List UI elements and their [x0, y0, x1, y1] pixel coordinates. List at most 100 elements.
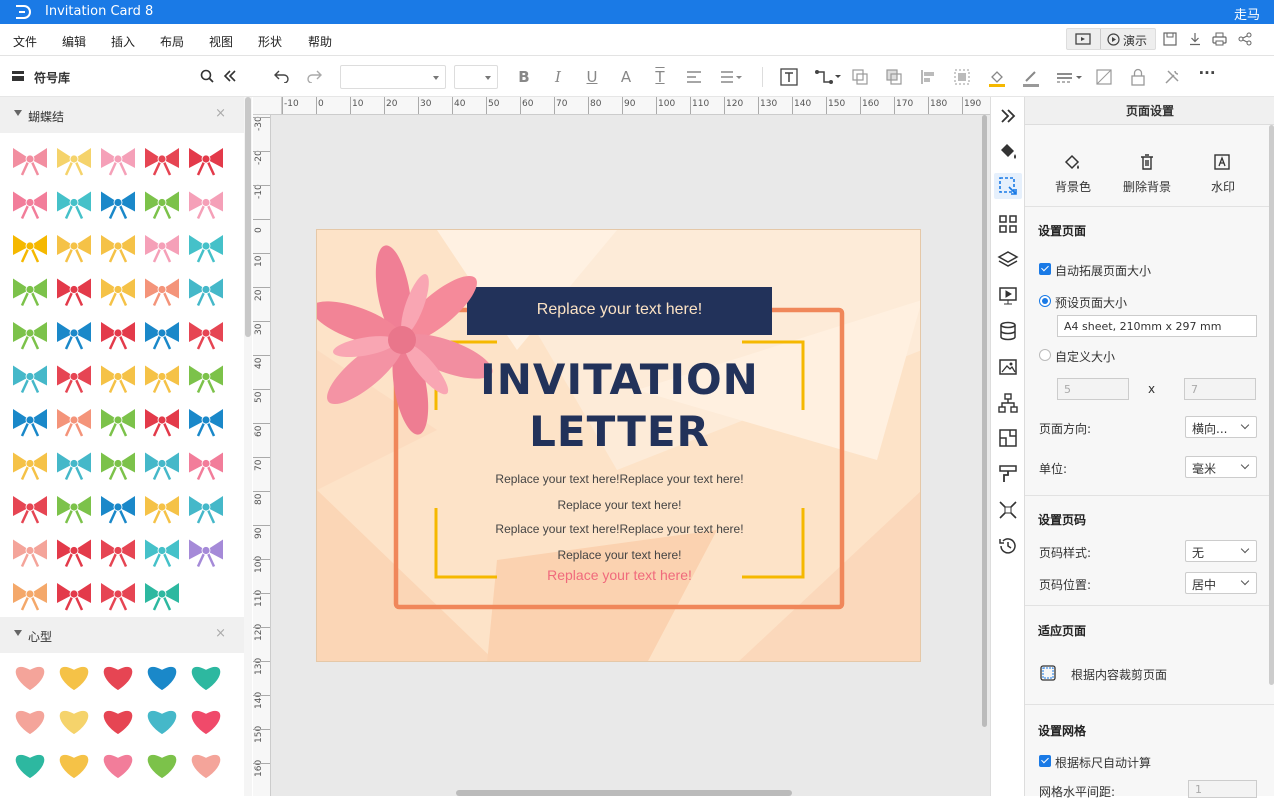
font-family-select[interactable]: [340, 65, 446, 89]
bow-symbol[interactable]: [57, 148, 91, 176]
bow-symbol[interactable]: [101, 278, 135, 307]
delete-icon[interactable]: [1138, 153, 1156, 171]
heart-symbol[interactable]: [146, 753, 178, 780]
crop-page-button[interactable]: 根据内容裁剪页面: [1071, 666, 1167, 683]
bow-symbol[interactable]: [145, 278, 179, 307]
bow-symbol[interactable]: [189, 409, 223, 437]
bow-symbol[interactable]: [13, 148, 47, 176]
watermark-icon[interactable]: [1213, 153, 1231, 171]
bow-symbol[interactable]: [189, 148, 223, 176]
page-number-position-select[interactable]: 居中: [1185, 572, 1257, 594]
bow-symbol[interactable]: [57, 409, 91, 437]
menu-file[interactable]: 文件: [13, 33, 37, 50]
body-line-4[interactable]: Replace your text here!: [417, 548, 822, 562]
bow-symbol[interactable]: [101, 365, 135, 394]
bow-symbol[interactable]: [57, 235, 91, 263]
heart-symbol[interactable]: [102, 665, 134, 692]
preset-size-field[interactable]: A4 sheet, 210mm x 297 mm: [1057, 315, 1257, 337]
body-line-1[interactable]: Replace your text here!Replace your text…: [417, 472, 822, 486]
bow-symbol[interactable]: [13, 322, 47, 350]
page-number-style-select[interactable]: 无: [1185, 540, 1257, 562]
heart-symbol[interactable]: [102, 753, 134, 780]
heart-symbol[interactable]: [58, 709, 90, 736]
bow-symbol[interactable]: [145, 191, 179, 220]
redo-icon[interactable]: [306, 69, 322, 83]
menu-shape[interactable]: 形状: [258, 33, 282, 50]
bow-symbol[interactable]: [101, 496, 135, 524]
watermark-button[interactable]: 水印: [1211, 178, 1235, 195]
orientation-select[interactable]: 横向...: [1185, 416, 1257, 438]
body-line-2[interactable]: Replace your text here!: [417, 498, 822, 512]
bow-symbol[interactable]: [13, 191, 47, 220]
heart-symbol[interactable]: [190, 753, 222, 780]
bow-symbol[interactable]: [189, 452, 223, 481]
heart-symbol[interactable]: [102, 709, 134, 736]
presentation-icon[interactable]: [997, 285, 1019, 307]
heart-symbols-grid[interactable]: [0, 653, 244, 796]
library-scrollbar[interactable]: [244, 97, 252, 796]
align-left-icon[interactable]: [920, 69, 936, 85]
heart-symbol[interactable]: [146, 665, 178, 692]
bow-symbol[interactable]: [145, 583, 179, 611]
bow-symbol[interactable]: [101, 409, 135, 437]
bow-symbol[interactable]: [101, 235, 135, 263]
history-icon[interactable]: [997, 535, 1019, 557]
line-color-icon[interactable]: [1022, 69, 1040, 87]
bow-symbol[interactable]: [13, 278, 47, 307]
delete-background-button[interactable]: 删除背景: [1123, 178, 1171, 195]
bow-symbol[interactable]: [101, 191, 135, 220]
custom-size-radio[interactable]: [1039, 349, 1051, 361]
bow-symbol[interactable]: [189, 539, 223, 568]
bow-symbol[interactable]: [57, 278, 91, 307]
bow-symbol[interactable]: [101, 583, 135, 611]
fill-color-icon[interactable]: [988, 69, 1006, 87]
bow-symbol[interactable]: [57, 583, 91, 611]
line-style-icon[interactable]: [1056, 71, 1082, 85]
grid-auto-checkbox[interactable]: [1039, 755, 1051, 767]
heart-symbol[interactable]: [146, 709, 178, 736]
bow-symbol[interactable]: [13, 365, 47, 394]
bow-symbol[interactable]: [189, 191, 223, 220]
auto-extend-checkbox[interactable]: [1039, 263, 1051, 275]
bow-symbol[interactable]: [101, 322, 135, 350]
heart-symbol[interactable]: [14, 753, 46, 780]
bow-symbol[interactable]: [13, 452, 47, 481]
bow-symbol[interactable]: [57, 452, 91, 481]
heading-invitation[interactable]: INVITATION: [417, 356, 822, 404]
background-color-icon[interactable]: [1063, 153, 1081, 171]
canvas-vertical-scrollbar[interactable]: [980, 115, 988, 785]
grid-horizontal-field[interactable]: 1: [1188, 780, 1257, 798]
bow-symbol[interactable]: [57, 191, 91, 220]
heart-symbol[interactable]: [14, 665, 46, 692]
preset-size-radio[interactable]: [1039, 295, 1051, 307]
italic-icon[interactable]: I: [548, 67, 568, 87]
bow-symbol[interactable]: [101, 148, 135, 176]
search-icon[interactable]: [200, 69, 214, 83]
bow-symbol[interactable]: [101, 452, 135, 481]
bow-symbol[interactable]: [13, 235, 47, 263]
bow-symbol[interactable]: [145, 148, 179, 176]
shadow-icon[interactable]: [1096, 69, 1112, 85]
bow-symbol[interactable]: [189, 322, 223, 350]
bow-symbol[interactable]: [145, 365, 179, 394]
bow-symbol[interactable]: [57, 365, 91, 394]
bow-symbol[interactable]: [13, 496, 47, 524]
bow-symbol[interactable]: [145, 322, 179, 350]
heart-symbol[interactable]: [58, 665, 90, 692]
heart-symbol[interactable]: [190, 709, 222, 736]
panel-scrollbar[interactable]: [1269, 125, 1274, 685]
heart-symbol[interactable]: [190, 665, 222, 692]
share-icon[interactable]: [1238, 32, 1252, 46]
org-chart-icon[interactable]: [997, 392, 1019, 414]
heart-symbol[interactable]: [14, 709, 46, 736]
unit-select[interactable]: 毫米: [1185, 456, 1257, 478]
expand-panel-icon[interactable]: [997, 105, 1019, 127]
menu-view[interactable]: 视图: [209, 33, 233, 50]
body-line-3[interactable]: Replace your text here!Replace your text…: [417, 522, 822, 536]
bold-icon[interactable]: B: [514, 67, 534, 87]
undo-icon[interactable]: [274, 69, 290, 83]
group-icon[interactable]: [954, 69, 970, 85]
data-icon[interactable]: [997, 320, 1019, 342]
screen-icon[interactable]: [1075, 33, 1091, 46]
page-setup-icon[interactable]: [997, 175, 1019, 197]
